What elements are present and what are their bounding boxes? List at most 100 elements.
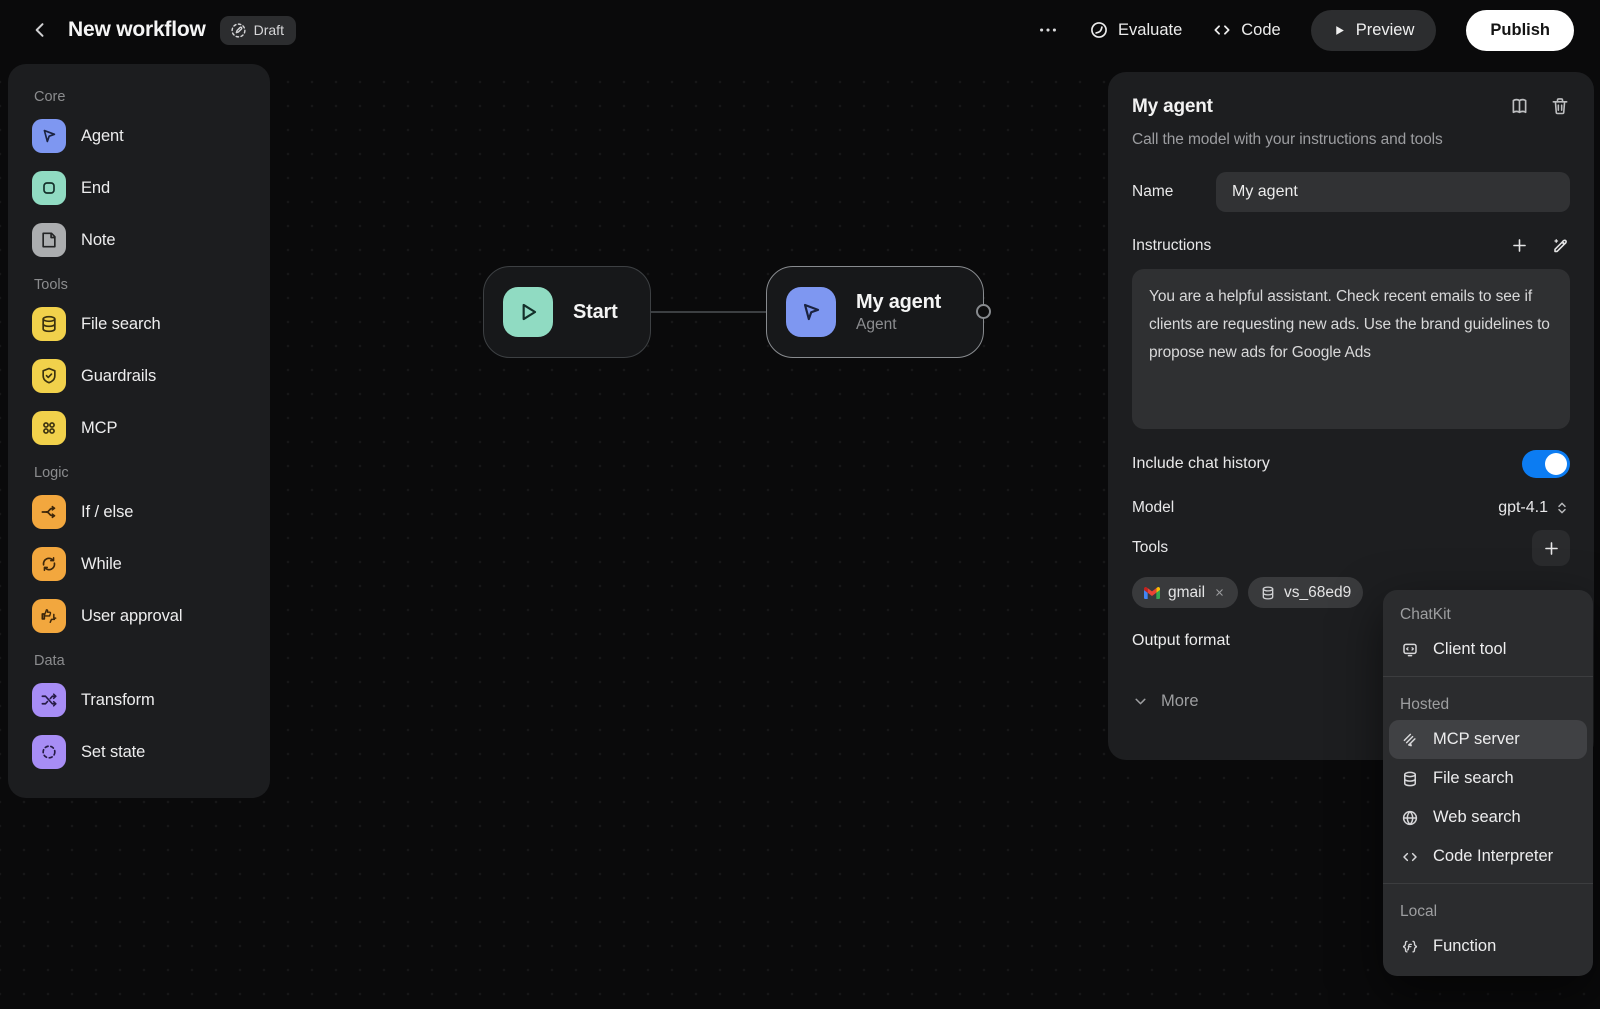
database-icon	[32, 307, 66, 341]
remove-tool-icon[interactable]	[1213, 586, 1226, 599]
include-chat-history-label: Include chat history	[1132, 455, 1270, 473]
square-icon	[32, 171, 66, 205]
add-tool-button[interactable]	[1532, 530, 1570, 566]
model-select[interactable]: gpt-4.1	[1498, 499, 1570, 517]
palette-section-label: Logic	[34, 465, 258, 481]
database-icon	[1400, 770, 1419, 788]
add-instruction-button[interactable]	[1510, 236, 1529, 256]
agent-node[interactable]: My agent Agent	[766, 266, 984, 358]
back-button[interactable]	[26, 16, 54, 44]
palette-item-note[interactable]: Note	[20, 214, 258, 266]
mcp-dots-icon	[32, 411, 66, 445]
globe-icon	[1400, 809, 1419, 827]
menu-item-mcp-server[interactable]: MCP server	[1389, 720, 1587, 759]
edge-start-to-agent	[651, 311, 767, 313]
inspector-title: My agent	[1132, 96, 1213, 118]
branch-icon	[32, 495, 66, 529]
shuffle-icon	[32, 683, 66, 717]
palette-item-set-state[interactable]: Set state	[20, 726, 258, 778]
publish-button[interactable]: Publish	[1466, 10, 1574, 51]
evaluate-label: Evaluate	[1118, 21, 1182, 40]
toggle-knob	[1545, 453, 1567, 475]
dashed-circle-icon	[32, 735, 66, 769]
name-input[interactable]	[1216, 172, 1570, 212]
plus-icon	[1542, 539, 1561, 558]
menu-section-label: ChatKit	[1383, 594, 1593, 630]
menu-item-label: Function	[1433, 937, 1496, 956]
palette-section-label: Core	[34, 89, 258, 105]
palette-item-label: MCP	[81, 419, 117, 438]
more-options-button[interactable]	[1037, 19, 1059, 41]
palette-section-label: Tools	[34, 277, 258, 293]
approval-icon	[32, 599, 66, 633]
evaluate-button[interactable]: Evaluate	[1089, 20, 1182, 40]
palette-item-transform[interactable]: Transform	[20, 674, 258, 726]
palette-item-agent[interactable]: Agent	[20, 110, 258, 162]
palette-item-mcp[interactable]: MCP	[20, 402, 258, 454]
client-icon	[1400, 641, 1419, 659]
cursor-icon	[798, 299, 824, 325]
start-node[interactable]: Start	[483, 266, 651, 358]
preview-label: Preview	[1356, 21, 1415, 40]
menu-divider	[1383, 676, 1593, 677]
code-button[interactable]: Code	[1212, 20, 1280, 40]
loop-icon	[32, 547, 66, 581]
code-label: Code	[1241, 21, 1280, 40]
instructions-textarea[interactable]: You are a helpful assistant. Check recen…	[1132, 269, 1570, 429]
delete-button[interactable]	[1550, 96, 1570, 117]
play-outline-icon	[515, 299, 541, 325]
node-palette: Core Agent End Note Tools File search Guardrai…	[8, 64, 270, 798]
menu-item-client-tool[interactable]: Client tool	[1383, 630, 1593, 669]
palette-item-end[interactable]: End	[20, 162, 258, 214]
top-bar: New workflow Draft Evaluate Code Preview…	[0, 0, 1600, 60]
agent-node-icon	[786, 287, 836, 337]
database-icon	[1260, 585, 1276, 601]
menu-item-label: MCP server	[1433, 730, 1520, 749]
tool-chip-vs-68ed9[interactable]: vs_68ed9	[1248, 577, 1363, 608]
workflow-title: New workflow	[68, 18, 206, 42]
pencil-sparkle-icon	[1550, 236, 1570, 256]
chevron-left-icon	[30, 20, 50, 40]
evaluate-icon	[1089, 20, 1109, 40]
agent-node-subtitle: Agent	[856, 316, 941, 334]
play-icon	[1333, 24, 1346, 37]
palette-item-file-search[interactable]: File search	[20, 298, 258, 350]
start-node-icon	[503, 287, 553, 337]
chevron-up-down-icon	[1554, 500, 1570, 516]
palette-item-label: File search	[81, 315, 161, 334]
menu-item-web-search[interactable]: Web search	[1383, 798, 1593, 837]
palette-item-user-approval[interactable]: User approval	[20, 590, 258, 642]
agent-node-title: My agent	[856, 291, 941, 314]
menu-item-function[interactable]: Function	[1383, 927, 1593, 966]
palette-item-while[interactable]: While	[20, 538, 258, 590]
menu-section-label: Local	[1383, 891, 1593, 927]
publish-label: Publish	[1490, 21, 1550, 40]
menu-divider	[1383, 883, 1593, 884]
palette-item-label: Note	[81, 231, 115, 250]
instructions-label: Instructions	[1132, 237, 1211, 255]
palette-item-label: End	[81, 179, 110, 198]
palette-item-if-else[interactable]: If / else	[20, 486, 258, 538]
agent-node-output-port[interactable]	[976, 304, 991, 319]
menu-item-label: File search	[1433, 769, 1514, 788]
palette-item-label: User approval	[81, 607, 182, 626]
tool-chip-label: vs_68ed9	[1284, 584, 1351, 602]
draft-pencil-icon	[230, 22, 247, 39]
include-chat-history-toggle[interactable]	[1522, 450, 1570, 478]
palette-item-label: Agent	[81, 127, 124, 146]
tool-chip-gmail[interactable]: gmail	[1132, 577, 1238, 608]
palette-item-guardrails[interactable]: Guardrails	[20, 350, 258, 402]
shield-icon	[32, 359, 66, 393]
model-value: gpt-4.1	[1498, 499, 1548, 517]
start-node-label: Start	[573, 301, 618, 324]
menu-item-code-interpreter[interactable]: Code Interpreter	[1383, 837, 1593, 876]
add-tool-menu: ChatKitClient toolHostedMCP serverFile s…	[1383, 590, 1593, 976]
generate-instructions-button[interactable]	[1550, 236, 1570, 256]
duplicate-button[interactable]	[1509, 96, 1530, 117]
code-icon	[1400, 848, 1419, 866]
menu-item-file-search[interactable]: File search	[1383, 759, 1593, 798]
inspector-description: Call the model with your instructions an…	[1132, 131, 1570, 149]
tool-chip-label: gmail	[1168, 584, 1205, 602]
preview-button[interactable]: Preview	[1311, 10, 1437, 51]
gmail-icon	[1144, 585, 1160, 601]
